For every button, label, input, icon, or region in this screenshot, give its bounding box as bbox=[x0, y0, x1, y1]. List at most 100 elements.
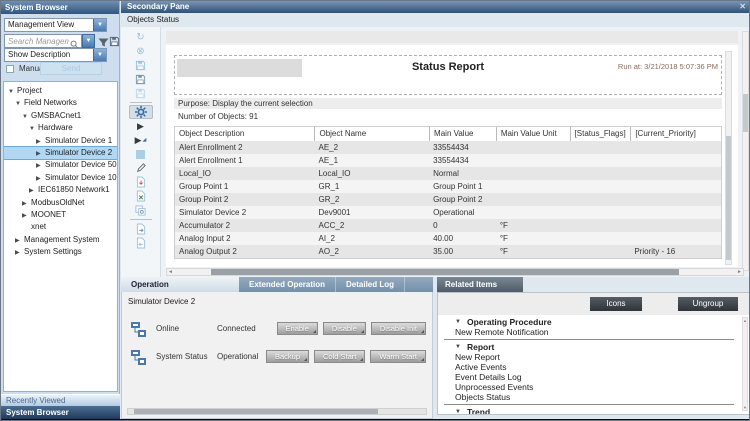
related-item-link[interactable]: New Report bbox=[438, 352, 740, 362]
stop-button[interactable] bbox=[129, 147, 153, 161]
tree-item[interactable]: ▶Simulator Device 100 bbox=[4, 172, 117, 184]
related-items-scrollbar[interactable]: ▲ ▼ bbox=[742, 317, 748, 411]
related-group-header[interactable]: ▼Trend bbox=[438, 407, 740, 414]
related-items-tab[interactable]: Related Items bbox=[437, 277, 523, 292]
close-icon[interactable]: ✕ bbox=[739, 1, 746, 13]
collapse-arrow-icon[interactable]: ▼ bbox=[455, 342, 461, 352]
cold-start-button[interactable]: Cold Start bbox=[314, 350, 365, 363]
related-item-link[interactable]: Event Details Log bbox=[438, 372, 740, 382]
tree-item[interactable]: ▼GMSBACnet1 bbox=[4, 110, 117, 122]
scroll-thumb[interactable] bbox=[743, 94, 748, 132]
table-row[interactable]: Local_IOLocal_IONormal bbox=[175, 167, 721, 180]
scroll-up-arrow-icon[interactable]: ▲ bbox=[743, 318, 747, 323]
disable-button[interactable]: Disable bbox=[323, 322, 366, 335]
view-dropdown[interactable]: Management View ▼ bbox=[4, 18, 107, 32]
related-group-header[interactable]: ▼Operating Procedure bbox=[438, 317, 740, 327]
chevron-down-icon[interactable]: ▼ bbox=[93, 49, 106, 61]
collapse-arrow-icon[interactable]: ▼ bbox=[455, 407, 461, 414]
save-as-button[interactable] bbox=[129, 72, 153, 86]
edit-pen-button[interactable] bbox=[129, 161, 153, 175]
copy-settings-button[interactable] bbox=[129, 203, 153, 217]
table-cell: Simulator Device 2 bbox=[175, 206, 314, 219]
tab-detailed-log[interactable]: Detailed Log bbox=[336, 277, 405, 292]
column-header[interactable]: [Current_Priority] bbox=[630, 127, 721, 141]
ungroup-button[interactable]: Ungroup bbox=[678, 297, 738, 311]
save-button[interactable] bbox=[129, 58, 153, 72]
save-all-button[interactable] bbox=[129, 86, 153, 100]
export-page-button[interactable] bbox=[129, 222, 153, 236]
tree-item-label: Field Networks bbox=[24, 98, 77, 107]
scroll-right-arrow-icon[interactable]: ► bbox=[737, 269, 742, 275]
tree-item[interactable]: xnet bbox=[4, 221, 117, 233]
tree-item[interactable]: ▶Simulator Device 1 bbox=[4, 135, 117, 147]
cancel-button[interactable]: ⊗ bbox=[129, 44, 153, 58]
operation-horizontal-scrollbar[interactable] bbox=[127, 408, 427, 415]
search-chevron-down-icon[interactable]: ▼ bbox=[82, 34, 95, 48]
disable-init-button[interactable]: Disable Init bbox=[371, 322, 426, 335]
table-cell bbox=[570, 193, 631, 206]
scroll-left-arrow-icon[interactable]: ◄ bbox=[168, 269, 173, 275]
icons-button[interactable]: Icons bbox=[590, 297, 642, 311]
run-button[interactable]: ▶ bbox=[129, 119, 153, 133]
tree-item[interactable]: ▶Simulator Device 2 bbox=[4, 147, 117, 159]
tree-item[interactable]: ▶Simulator Device 50 bbox=[4, 159, 117, 171]
table-row[interactable]: Accumulator 2ACC_20°F bbox=[175, 219, 721, 232]
pane-vertical-scrollbar[interactable] bbox=[742, 31, 749, 271]
column-header[interactable]: Object Description bbox=[175, 127, 314, 141]
tree-item[interactable]: ▼Hardware bbox=[4, 122, 117, 134]
table-row[interactable]: Simulator Device 2Dev9001Operational bbox=[175, 206, 721, 219]
description-dropdown[interactable]: Show Description ▼ bbox=[4, 48, 107, 62]
refresh-button[interactable]: ↻ bbox=[129, 30, 153, 44]
tree-item[interactable]: ▶MOONET bbox=[4, 209, 117, 221]
collapse-arrow-icon[interactable]: ▼ bbox=[455, 317, 461, 327]
export-excel-button[interactable] bbox=[129, 189, 153, 203]
column-header[interactable]: Main Value Unit bbox=[496, 127, 570, 141]
enable-button[interactable]: Enable bbox=[277, 322, 318, 335]
table-row[interactable]: Group Point 2GR_2Group Point 2 bbox=[175, 193, 721, 206]
related-item-link[interactable]: Objects Status bbox=[438, 392, 740, 402]
scroll-thumb[interactable] bbox=[726, 136, 731, 260]
tree-item[interactable]: ▶Management System bbox=[4, 234, 117, 246]
send-button[interactable]: Send bbox=[40, 62, 102, 75]
tab-operation[interactable]: Operation bbox=[121, 277, 239, 292]
recently-viewed-bar[interactable]: Recently Viewed bbox=[1, 394, 120, 406]
warm-start-button[interactable]: Warm Start bbox=[370, 350, 426, 363]
backup-button[interactable]: Backup bbox=[266, 350, 309, 363]
tree-item[interactable]: ▶IEC61850 Network1 bbox=[4, 184, 117, 196]
report-vertical-scrollbar[interactable] bbox=[725, 51, 732, 265]
tree-item[interactable]: ▼Field Networks bbox=[4, 97, 117, 109]
expand-arrow-icon[interactable]: ▶ bbox=[15, 247, 24, 259]
related-item-link[interactable]: New Remote Notification bbox=[438, 327, 740, 337]
system-browser-bar[interactable]: System Browser bbox=[1, 406, 120, 419]
table-cell bbox=[496, 141, 570, 154]
scroll-thumb[interactable] bbox=[211, 269, 679, 275]
import-page-button[interactable] bbox=[129, 236, 153, 250]
manual-checkbox[interactable] bbox=[6, 65, 14, 73]
save-view-icon[interactable] bbox=[109, 34, 120, 52]
table-row[interactable]: Analog Output 2AO_235.00°FPriority - 16 bbox=[175, 245, 721, 258]
table-row[interactable]: Alert Enrollment 1AE_133554434 bbox=[175, 154, 721, 167]
export-pdf-button[interactable] bbox=[129, 175, 153, 189]
column-header[interactable]: Main Value bbox=[429, 127, 496, 141]
tree-item[interactable]: ▶System Settings bbox=[4, 246, 117, 258]
tab-objects-status[interactable]: Objects Status bbox=[127, 15, 179, 24]
column-header[interactable]: Object Name bbox=[314, 127, 429, 141]
table-row[interactable]: Group Point 1GR_1Group Point 1 bbox=[175, 180, 721, 193]
chevron-down-icon[interactable]: ▼ bbox=[93, 19, 106, 31]
tree-item[interactable]: ▼Project bbox=[4, 85, 117, 97]
related-group-header[interactable]: ▼Report bbox=[438, 342, 740, 352]
table-row[interactable]: Alert Enrollment 2AE_233554434 bbox=[175, 141, 721, 154]
related-item-link[interactable]: Active Events bbox=[438, 362, 740, 372]
related-item-link[interactable]: Unprocessed Events bbox=[438, 382, 740, 392]
settings-gear-button[interactable] bbox=[129, 105, 153, 119]
scroll-thumb[interactable] bbox=[134, 409, 378, 414]
operation-row-label: Online bbox=[156, 324, 179, 333]
table-cell: Alert Enrollment 1 bbox=[175, 154, 314, 167]
run-options-button[interactable]: ▶◢ bbox=[129, 133, 153, 147]
tree-item[interactable]: ▶ModbusOldNet bbox=[4, 197, 117, 209]
report-horizontal-scrollbar[interactable]: ◄ ► bbox=[166, 268, 744, 276]
table-row[interactable]: Analog Input 2AI_240.00°F bbox=[175, 232, 721, 245]
tab-extended-operation[interactable]: Extended Operation bbox=[239, 277, 336, 292]
column-header[interactable]: [Status_Flags] bbox=[570, 127, 631, 141]
scroll-down-arrow-icon[interactable]: ▼ bbox=[743, 405, 747, 410]
